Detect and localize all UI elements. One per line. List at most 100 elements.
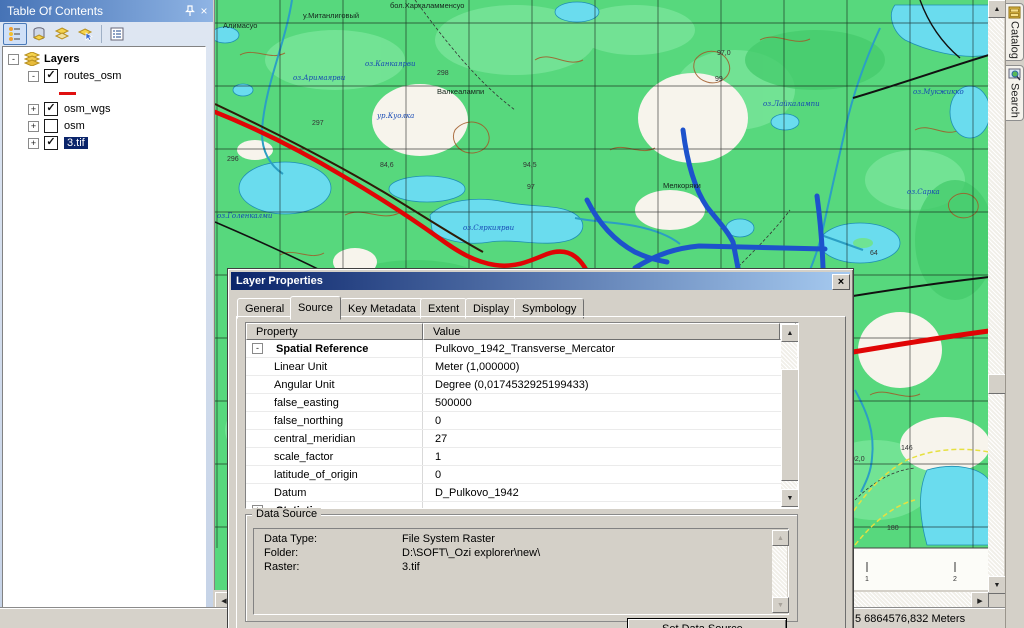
coordinate-readout: 5 6864576,832 Meters: [855, 613, 965, 625]
property-value: Degree (0,0174532925199433): [423, 379, 798, 391]
routes-osm-symbol[interactable]: [59, 85, 76, 101]
checkbox-unchecked-icon[interactable]: [44, 119, 58, 133]
grid-row: scale_factor 1: [246, 448, 798, 466]
expander-icon[interactable]: +: [28, 138, 39, 149]
property-name: scale_factor: [274, 451, 333, 463]
dialog-close-button[interactable]: ×: [832, 274, 850, 290]
map-label: 99: [715, 76, 723, 84]
property-value: 1: [423, 451, 798, 463]
property-grid[interactable]: Property Value - Spatial Reference Pulkovo…: [245, 322, 799, 509]
property-value: 0: [423, 415, 798, 427]
map-label: 296: [227, 156, 239, 164]
property-name: false_easting: [274, 397, 339, 409]
dialog-title-text: Layer Properties: [236, 275, 323, 287]
property-name: latitude_of_origin: [274, 469, 358, 481]
grid-row: Angular UnitDegree (0,0174532925199433): [246, 376, 798, 394]
toc-title-text: Table Of Contents: [7, 4, 103, 18]
map-label: 84,6: [380, 162, 394, 170]
map-label: бол.Харкаламменсуо: [390, 2, 464, 10]
set-data-source-button[interactable]: Set Data Source...: [627, 618, 787, 628]
layers-icon: [24, 52, 40, 66]
scroll-up-icon[interactable]: ▲: [772, 530, 789, 546]
catalog-icon: [1008, 6, 1021, 19]
map-label: 97,0: [717, 50, 731, 58]
grid-header: Property Value: [246, 323, 798, 340]
tree-node-label-selected: 3.tif: [64, 137, 88, 149]
close-icon[interactable]: ×: [197, 4, 211, 18]
scroll-down-icon[interactable]: ▼: [781, 489, 799, 507]
map-label: оз.Лайкалампи: [763, 100, 820, 108]
checkbox-checked-icon[interactable]: ✓: [44, 69, 58, 83]
tree-node-3tif[interactable]: + ✓ 3.tif: [28, 135, 88, 151]
dock-tab-strip: Catalog Search: [1005, 0, 1024, 628]
grid-scroll-thumb[interactable]: [781, 369, 799, 481]
expander-icon[interactable]: -: [28, 71, 39, 82]
grid-scrollbar[interactable]: ▲ ▼: [781, 341, 797, 507]
list-by-selection-button[interactable]: [74, 24, 96, 44]
scroll-up-icon[interactable]: ▲: [988, 0, 1006, 18]
dialog-titlebar[interactable]: Layer Properties: [231, 272, 850, 290]
ds-field-name: Data Type:: [264, 533, 317, 545]
tab-source[interactable]: Source: [290, 296, 341, 320]
expander-icon[interactable]: +: [28, 104, 39, 115]
toc-titlebar[interactable]: Table Of Contents: [0, 0, 213, 22]
checkbox-checked-icon[interactable]: ✓: [44, 102, 58, 116]
property-value: Pulkovo_1942_Transverse_Mercator: [423, 343, 798, 355]
ds-scrollbar[interactable]: ▲ ▼: [772, 530, 787, 613]
scroll-down-icon[interactable]: ▼: [988, 576, 1006, 594]
list-by-source-button[interactable]: [28, 24, 50, 44]
grid-row: - Spatial Reference Pulkovo_1942_Transvers…: [246, 340, 798, 358]
property-name: central_meridian: [274, 433, 355, 445]
map-label: Алимасуо: [223, 22, 257, 30]
search-tab-label: Search: [1009, 83, 1021, 118]
expander-icon[interactable]: -: [8, 54, 19, 65]
property-name: Spatial Reference: [276, 343, 368, 355]
map-vscrollbar[interactable]: [988, 0, 1004, 592]
search-tab[interactable]: Search: [1006, 65, 1024, 121]
data-source-readout[interactable]: Data Type: File System Raster Folder: D:…: [253, 528, 789, 615]
options-button[interactable]: [106, 24, 128, 44]
ds-field-value: D:\SOFT\_Ozi explorer\new\: [402, 547, 540, 559]
scroll-down-icon[interactable]: ▼: [772, 597, 789, 613]
map-label: 2: [953, 576, 957, 584]
map-label: 94,5: [523, 162, 537, 170]
property-value: 500000: [423, 397, 798, 409]
tree-node-routes-osm[interactable]: - ✓ routes_osm: [28, 68, 121, 84]
column-header-value[interactable]: Value: [423, 323, 780, 340]
map-label: 297: [312, 120, 324, 128]
tree-node-osm-wgs[interactable]: + ✓ osm_wgs: [28, 101, 110, 117]
list-by-visibility-button[interactable]: [51, 24, 73, 44]
tree-node-label: routes_osm: [64, 70, 121, 82]
map-label: Валкеалампи: [437, 88, 484, 96]
map-label: 1: [865, 576, 869, 584]
grid-row: +Statistics: [246, 502, 798, 509]
grid-row: latitude_of_origin0: [246, 466, 798, 484]
expander-icon[interactable]: +: [28, 121, 39, 132]
pin-icon[interactable]: [183, 4, 197, 18]
property-name: false_northing: [274, 415, 343, 427]
data-source-group-label: Data Source: [252, 508, 321, 520]
tab-label: Extent: [428, 303, 459, 315]
column-header-property[interactable]: Property: [246, 323, 423, 340]
table-of-contents-panel: Table Of Contents × - Layers - ✓: [0, 0, 213, 612]
tab-label: Symbology: [522, 303, 576, 315]
map-label: 298: [437, 70, 449, 78]
tab-label: Display: [473, 303, 509, 315]
ds-field-name: Folder:: [264, 547, 298, 559]
tab-label: Key Metadata: [348, 303, 416, 315]
map-label: оз.Голенкалми: [217, 212, 272, 220]
tree-node-layers[interactable]: - Layers: [8, 51, 79, 67]
checkbox-checked-icon[interactable]: ✓: [44, 136, 58, 150]
list-by-drawing-order-button[interactable]: [3, 23, 27, 45]
grid-row: central_meridian27: [246, 430, 798, 448]
map-label: оз.Сяркиярви: [463, 224, 514, 232]
expander-icon[interactable]: -: [252, 343, 263, 354]
tree-node-osm[interactable]: + osm: [28, 118, 85, 134]
map-vscroll-thumb[interactable]: [988, 374, 1006, 394]
grid-row: Linear UnitMeter (1,000000): [246, 358, 798, 376]
catalog-tab[interactable]: Catalog: [1006, 3, 1024, 61]
layer-properties-dialog: Layer Properties × General Source Key Me…: [228, 269, 853, 628]
map-label: 97: [527, 184, 535, 192]
scroll-up-icon[interactable]: ▲: [781, 324, 799, 342]
tab-label: General: [245, 303, 284, 315]
